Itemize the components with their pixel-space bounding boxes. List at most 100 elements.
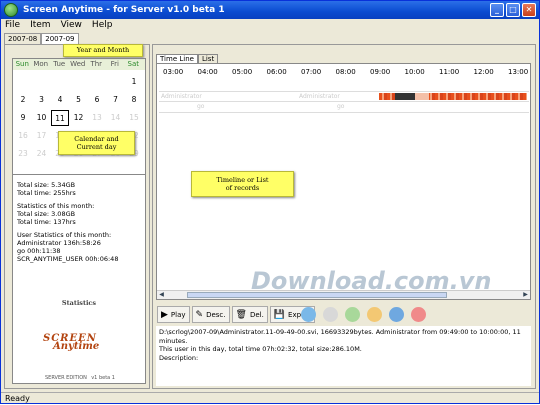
calendar-day[interactable]: 23 xyxy=(14,146,32,162)
toolbar: ▶ Play ✎ Desc. 🗑 Del. 💾 Export xyxy=(157,306,315,323)
calendar-day[interactable]: 8 xyxy=(125,92,143,108)
calendar-day[interactable]: 16 xyxy=(14,128,32,144)
calendar-day[interactable]: 12 xyxy=(70,110,88,126)
menu-view[interactable]: View xyxy=(61,19,82,32)
hour-label: 08:00 xyxy=(335,68,356,76)
screen-anytime-logo: SCREEN Anytime xyxy=(43,334,123,365)
left-pane: Sun Mon Tue Wed Thr Fri Sat 1 2 3 4 5 6 7 8 9 10 1… xyxy=(4,44,150,389)
day-header: Sat xyxy=(127,60,139,68)
day-header: Sun xyxy=(15,60,29,68)
calendar-day[interactable]: 14 xyxy=(107,110,125,126)
total-time: Total time: 255hrs xyxy=(17,189,76,197)
main-window: Screen Anytime - for Server v1.0 beta 1 … xyxy=(0,0,540,404)
year-month-tabs: 2007-08 2007-09 xyxy=(4,33,79,44)
title-bar: Screen Anytime - for Server v1.0 beta 1 … xyxy=(1,1,539,19)
calendar-day[interactable]: 6 xyxy=(88,92,106,108)
menu-help[interactable]: Help xyxy=(92,19,113,32)
user-stat: go 00h:11:38 xyxy=(17,247,61,255)
color-dot[interactable] xyxy=(411,307,426,322)
hour-label: 11:00 xyxy=(439,68,460,76)
day-header: Fri xyxy=(110,60,119,68)
user-stat: SCR_ANYTIME_USER 00h:06:48 xyxy=(17,255,119,263)
app-icon xyxy=(4,3,18,17)
row-user-label: Administrator xyxy=(299,93,340,100)
user-stat: Administrator 136h:58:26 xyxy=(17,239,101,247)
hour-label: 04:00 xyxy=(197,68,218,76)
calendar-day[interactable]: 9 xyxy=(14,110,32,126)
scroll-left-icon[interactable]: ◀ xyxy=(157,291,166,299)
window-title: Screen Anytime - for Server v1.0 beta 1 xyxy=(23,5,225,15)
watermark: Download.com.vn xyxy=(251,267,492,295)
edition-label: SERVER EDITION xyxy=(45,375,87,381)
calendar-day[interactable]: 17 xyxy=(33,128,51,144)
calendar-day[interactable]: 5 xyxy=(70,92,88,108)
row-user-label: go xyxy=(197,103,205,110)
timeline-row[interactable]: go go xyxy=(159,102,529,113)
day-header: Mon xyxy=(33,60,49,68)
calendar-day[interactable]: 24 xyxy=(33,146,51,162)
status-bar: Ready xyxy=(1,392,539,404)
calendar-day[interactable]: 2 xyxy=(14,92,32,108)
tab-2007-08[interactable]: 2007-08 xyxy=(4,33,42,44)
callout-text: of records xyxy=(225,184,260,192)
color-dot[interactable] xyxy=(389,307,404,322)
calendar-day[interactable]: 15 xyxy=(125,110,143,126)
hour-label: 06:00 xyxy=(266,68,287,76)
menu-bar: File Item View Help xyxy=(1,19,539,32)
delete-button[interactable]: 🗑 Del. xyxy=(231,306,268,323)
calendar-header: Sun Mon Tue Wed Thr Fri Sat xyxy=(13,59,145,70)
color-dot[interactable] xyxy=(323,307,338,322)
day-header: Tue xyxy=(53,60,66,68)
desc-button[interactable]: ✎ Desc. xyxy=(191,306,230,323)
calendar-day[interactable]: 10 xyxy=(33,110,51,126)
color-dot[interactable] xyxy=(301,307,316,322)
minimize-icon[interactable]: _ xyxy=(490,3,504,17)
color-dot[interactable] xyxy=(345,307,360,322)
hour-label: 07:00 xyxy=(301,68,322,76)
menu-item[interactable]: Item xyxy=(30,19,51,32)
detail-line: This user in this day, total time 07h:02… xyxy=(159,345,362,353)
detail-line: Description: xyxy=(159,353,199,362)
hour-label: 13:00 xyxy=(508,68,529,76)
calendar-day[interactable]: 13 xyxy=(88,110,106,126)
tab-2007-09[interactable]: 2007-09 xyxy=(41,33,79,44)
desc-label: Desc. xyxy=(206,310,226,319)
right-pane: Time Line List 03:00 04:00 05:00 06:00 07:00… xyxy=(152,44,536,389)
maximize-icon[interactable]: □ xyxy=(506,3,520,17)
play-button[interactable]: ▶ Play xyxy=(157,306,190,323)
month-size: Total size: 3.08GB xyxy=(17,210,76,218)
row-user-label: Administrator xyxy=(161,93,202,100)
day-header: Thr xyxy=(90,60,103,68)
callout-text: Timeline or List xyxy=(216,176,269,184)
month-heading: Statistics of this month: xyxy=(17,202,95,210)
play-icon: ▶ xyxy=(161,309,168,320)
total-size: Total size: 5.34GB xyxy=(17,181,76,189)
callout-calendar: Calendar and Current day xyxy=(58,131,135,155)
callout-text: Calendar and xyxy=(74,135,119,143)
calendar-day[interactable]: 7 xyxy=(107,92,125,108)
statistics-panel: Total size: 5.34GB Total time: 255hrs St… xyxy=(12,174,146,384)
scroll-right-icon[interactable]: ▶ xyxy=(521,291,530,299)
day-header: Wed xyxy=(70,60,86,68)
callout-year-month: Year and Month xyxy=(63,44,143,57)
close-icon[interactable]: ✕ xyxy=(522,3,536,17)
trash-icon: 🗑 xyxy=(235,309,247,320)
hour-label: 09:00 xyxy=(370,68,391,76)
play-label: Play xyxy=(170,310,186,319)
user-heading: User Statistics of this month: xyxy=(17,231,112,239)
statistics-label: Statistics xyxy=(61,299,97,307)
color-filter-dots xyxy=(301,307,426,322)
menu-file[interactable]: File xyxy=(5,19,20,32)
hour-axis: 03:00 04:00 05:00 06:00 07:00 08:00 09:00 10:00… xyxy=(157,64,530,80)
logo-line2: Anytime xyxy=(53,341,100,352)
month-time: Total time: 137hrs xyxy=(17,218,76,226)
calendar-day[interactable]: 4 xyxy=(51,92,69,108)
selected-record[interactable] xyxy=(395,93,415,100)
record-details: D:\scrlog\2007-09\Administrator.11-09-49… xyxy=(156,326,531,386)
color-dot[interactable] xyxy=(367,307,382,322)
hour-label: 05:00 xyxy=(232,68,253,76)
calendar-day[interactable]: 1 xyxy=(125,74,143,90)
delete-label: Del. xyxy=(249,310,264,319)
calendar-day[interactable]: 11 xyxy=(51,110,69,126)
calendar-day[interactable]: 3 xyxy=(33,92,51,108)
